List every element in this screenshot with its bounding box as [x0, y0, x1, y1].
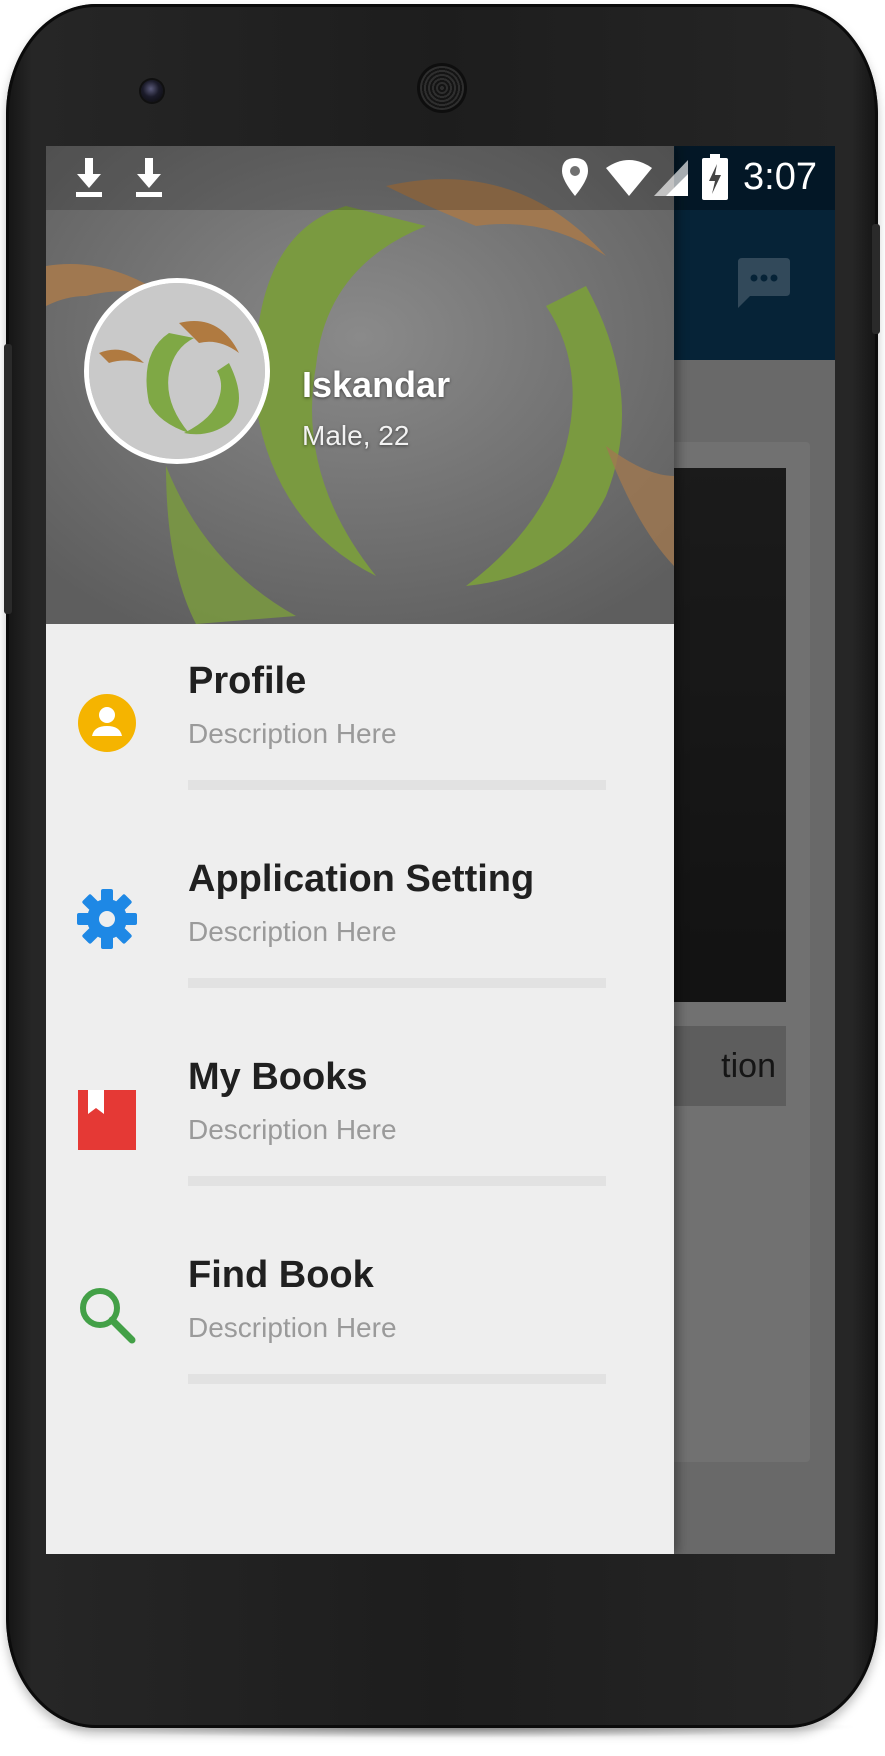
- menu-item-description: Description Here: [188, 1312, 397, 1343]
- volume-button: [4, 344, 12, 614]
- power-button: [872, 224, 880, 334]
- avatar[interactable]: [84, 278, 270, 464]
- screen: tion n: [46, 146, 835, 1554]
- battery-charging-icon: [702, 154, 728, 200]
- menu-divider: [188, 978, 606, 988]
- menu-item-title: Application Setting: [188, 858, 535, 900]
- download-icon: [136, 158, 162, 197]
- menu-item-title: Profile: [188, 660, 307, 702]
- earpiece-speaker: [420, 66, 464, 110]
- menu-divider: [188, 1176, 606, 1186]
- menu-item-profile[interactable]: Profile Description Here: [46, 660, 674, 856]
- location-icon: [562, 158, 588, 196]
- user-gender-age: Male, 22: [302, 420, 410, 451]
- menu-item-description: Description Here: [188, 916, 397, 947]
- menu-item-title: My Books: [188, 1056, 368, 1098]
- menu-item-application-setting[interactable]: Application Setting Description Here: [46, 858, 674, 1054]
- drawer-header: Iskandar Male, 22: [46, 146, 674, 624]
- person-icon: [78, 694, 136, 752]
- menu-item-description: Description Here: [188, 1114, 397, 1145]
- signal-icon: [654, 160, 688, 196]
- gear-icon: [77, 889, 137, 949]
- wifi-icon: [606, 160, 652, 196]
- user-name: Iskandar: [302, 364, 451, 405]
- bookmark-book-icon: [78, 1090, 136, 1150]
- avatar-image: [89, 283, 265, 459]
- menu-item-description: Description Here: [188, 718, 397, 749]
- menu-item-find-book[interactable]: Find Book Description Here: [46, 1254, 674, 1450]
- search-icon: [80, 1288, 136, 1344]
- menu-divider: [188, 1374, 606, 1384]
- front-camera: [141, 80, 163, 102]
- status-time: 3:07: [743, 156, 817, 198]
- status-bar: 3:07: [46, 146, 835, 210]
- download-icon: [76, 158, 102, 197]
- menu-item-title: Find Book: [188, 1254, 374, 1296]
- menu-item-my-books[interactable]: My Books Description Here: [46, 1056, 674, 1252]
- navigation-drawer: Iskandar Male, 22 Profile Description He…: [46, 146, 674, 1554]
- menu-divider: [188, 780, 606, 790]
